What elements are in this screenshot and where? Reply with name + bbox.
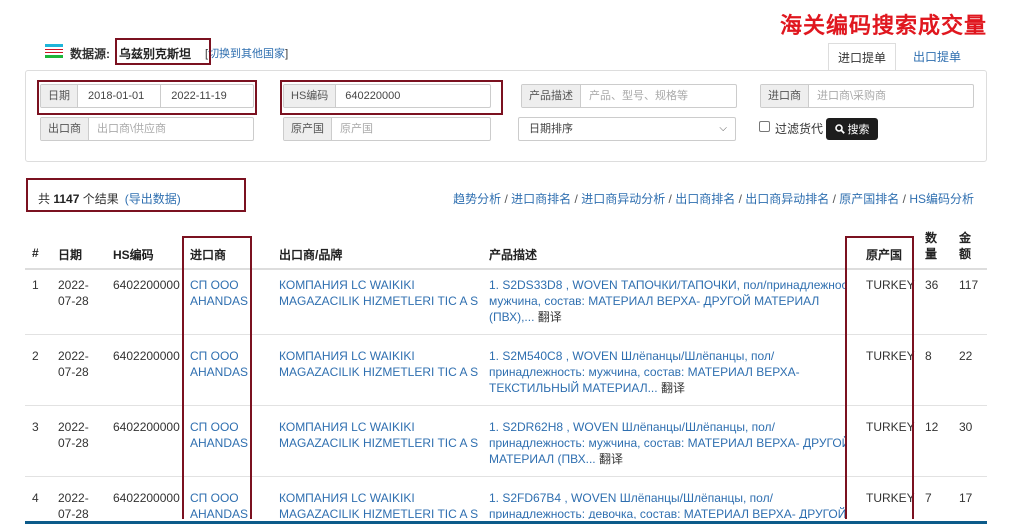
- date-range-group: 日期 2018-01-01 2022-11-19: [40, 84, 254, 108]
- importer-group: 进口商 进口商\采购商: [760, 84, 974, 108]
- search-button-label: 搜索: [847, 124, 870, 136]
- row-importer-link[interactable]: СП ООО AHANDAS: [190, 419, 248, 451]
- row-date: 2022- 07-28: [58, 420, 89, 450]
- row-amount: 30: [959, 420, 973, 434]
- row-qty: 7: [925, 491, 932, 505]
- row-qty: 36: [925, 278, 939, 292]
- search-icon: [834, 124, 845, 134]
- col-header-amount[interactable]: 金额: [959, 230, 971, 262]
- row-hs-code: 6402200000: [113, 349, 180, 363]
- product-desc-input[interactable]: 产品、型号、规格等: [581, 85, 696, 107]
- row-divider: [25, 476, 987, 477]
- exporter-input[interactable]: 出口商\供应商: [89, 118, 174, 140]
- table-header-divider: [25, 268, 987, 270]
- exporter-label: 出口商: [41, 118, 89, 140]
- col-header-importer[interactable]: 进口商: [190, 246, 226, 263]
- bottom-scrollbar[interactable]: [0, 519, 1031, 528]
- importer-input[interactable]: 进口商\采购商: [809, 85, 894, 107]
- link-exporter-change[interactable]: 出口商异动排名: [745, 192, 829, 206]
- row-origin: TURKEY: [866, 349, 915, 363]
- link-importer-change[interactable]: 进口商异动分析: [581, 192, 665, 206]
- data-source-country: 乌兹别克斯坦: [119, 47, 192, 61]
- col-header-exporter[interactable]: 出口商/品牌: [279, 246, 342, 263]
- row-date: 2022- 07-28: [58, 491, 89, 521]
- row-qty: 12: [925, 420, 939, 434]
- data-source-label: 数据源:: [70, 47, 110, 61]
- row-num: 4: [32, 491, 39, 505]
- col-header-qty[interactable]: 数量: [925, 230, 937, 262]
- analysis-links: 趋势分析 / 进口商排名 / 进口商异动分析 / 出口商排名 / 出口商异动排名…: [453, 192, 974, 206]
- row-importer-link[interactable]: СП ООО AHANDAS: [190, 277, 248, 309]
- row-amount: 117: [959, 278, 979, 292]
- row-product-desc[interactable]: 1. S2DR62H8 , WOVEN Шлёпанцы/Шлёпанцы, п…: [489, 419, 847, 467]
- chevron-down-icon: ⌵: [719, 123, 727, 134]
- row-num: 3: [32, 420, 39, 434]
- row-hs-code: 6402200000: [113, 278, 180, 292]
- col-header-hs: HS编码: [113, 248, 154, 262]
- sort-select-value: 日期排序: [529, 123, 573, 135]
- row-exporter-link[interactable]: КОМПАНИЯ LC WAIKIKI MAGAZACILIK HIZMETLER…: [279, 277, 478, 309]
- sort-select[interactable]: 日期排序 ⌵: [518, 117, 736, 141]
- row-origin: TURKEY: [866, 278, 915, 292]
- row-hs-code: 6402200000: [113, 491, 180, 505]
- translate-link[interactable]: 翻译: [538, 310, 562, 324]
- switch-country-link[interactable]: [切换到其他国家]: [205, 45, 288, 61]
- link-hs-analysis[interactable]: HS编码分析: [909, 192, 974, 206]
- col-header-desc: 产品描述: [489, 248, 538, 262]
- hs-code-label: HS编码: [284, 85, 337, 107]
- export-data-link[interactable]: (导出数据): [125, 192, 181, 206]
- watermark-text: 海关编码搜索成交量: [780, 14, 988, 39]
- row-product-desc[interactable]: 1. S2FD67B4 , WOVEN Шлёпанцы/Шлёпанцы, п…: [489, 490, 847, 522]
- row-origin: TURKEY: [866, 491, 915, 505]
- link-origin-ranking[interactable]: 原产国排名: [839, 192, 899, 206]
- row-exporter-link[interactable]: КОМПАНИЯ LC WAIKIKI MAGAZACILIK HIZMETLER…: [279, 490, 478, 522]
- link-importer-ranking[interactable]: 进口商排名: [511, 192, 571, 206]
- product-desc-group: 产品描述 产品、型号、规格等: [521, 84, 737, 108]
- row-exporter-link[interactable]: КОМПАНИЯ LC WAIKIKI MAGAZACILIK HIZMETLER…: [279, 419, 478, 451]
- col-header-date: 日期: [58, 248, 83, 262]
- row-date: 2022- 07-28: [58, 278, 89, 308]
- row-importer-link[interactable]: СП ООО AHANDAS: [190, 348, 248, 380]
- col-header-num: #: [32, 246, 39, 260]
- origin-input[interactable]: 原产国: [332, 118, 381, 140]
- exporter-group: 出口商 出口商\供应商: [40, 117, 254, 141]
- filter-cargo-label: 过滤货代: [775, 122, 824, 136]
- importer-label: 进口商: [761, 85, 809, 107]
- row-qty: 8: [925, 349, 932, 363]
- row-divider: [25, 334, 987, 335]
- date-label: 日期: [41, 85, 78, 107]
- result-count-number: 1147: [53, 192, 80, 206]
- filter-cargo-checkbox[interactable]: [759, 121, 770, 132]
- row-num: 2: [32, 349, 39, 363]
- date-from-input[interactable]: 2018-01-01: [78, 85, 162, 107]
- tab-import[interactable]: 进口提单: [828, 43, 896, 71]
- link-trend-analysis[interactable]: 趋势分析: [453, 192, 501, 206]
- origin-group: 原产国 原产国: [283, 117, 491, 141]
- col-header-origin[interactable]: 原产国: [866, 246, 902, 263]
- row-date: 2022- 07-28: [58, 349, 89, 379]
- row-hs-code: 6402200000: [113, 420, 180, 434]
- date-to-input[interactable]: 2022-11-19: [161, 85, 236, 107]
- row-exporter-link[interactable]: КОМПАНИЯ LC WAIKIKI MAGAZACILIK HIZMETLER…: [279, 348, 478, 380]
- row-amount: 17: [959, 491, 973, 505]
- row-origin: TURKEY: [866, 420, 915, 434]
- hs-code-group: HS编码 640220000: [283, 84, 491, 108]
- row-divider: [25, 405, 987, 406]
- row-importer-link[interactable]: СП ООО AHANDAS: [190, 490, 248, 522]
- tab-export[interactable]: 出口提单: [904, 43, 970, 71]
- uzbekistan-flag-icon: [45, 44, 63, 58]
- result-count: 共 1147 个结果 (导出数据): [38, 192, 181, 206]
- translate-link[interactable]: 翻译: [599, 452, 623, 466]
- hs-code-input[interactable]: 640220000: [336, 85, 409, 107]
- search-button[interactable]: 搜索: [826, 118, 878, 140]
- link-exporter-ranking[interactable]: 出口商排名: [675, 192, 735, 206]
- row-product-desc[interactable]: 1. S2M540C8 , WOVEN Шлёпанцы/Шлёпанцы, п…: [489, 348, 847, 396]
- row-product-desc[interactable]: 1. S2DS33D8 , WOVEN ТАПОЧКИ/ТАПОЧКИ, пол…: [489, 277, 847, 325]
- translate-link[interactable]: 翻译: [661, 381, 685, 395]
- row-num: 1: [32, 278, 39, 292]
- origin-label: 原产国: [284, 118, 332, 140]
- product-desc-label: 产品描述: [522, 85, 581, 107]
- row-amount: 22: [959, 349, 973, 363]
